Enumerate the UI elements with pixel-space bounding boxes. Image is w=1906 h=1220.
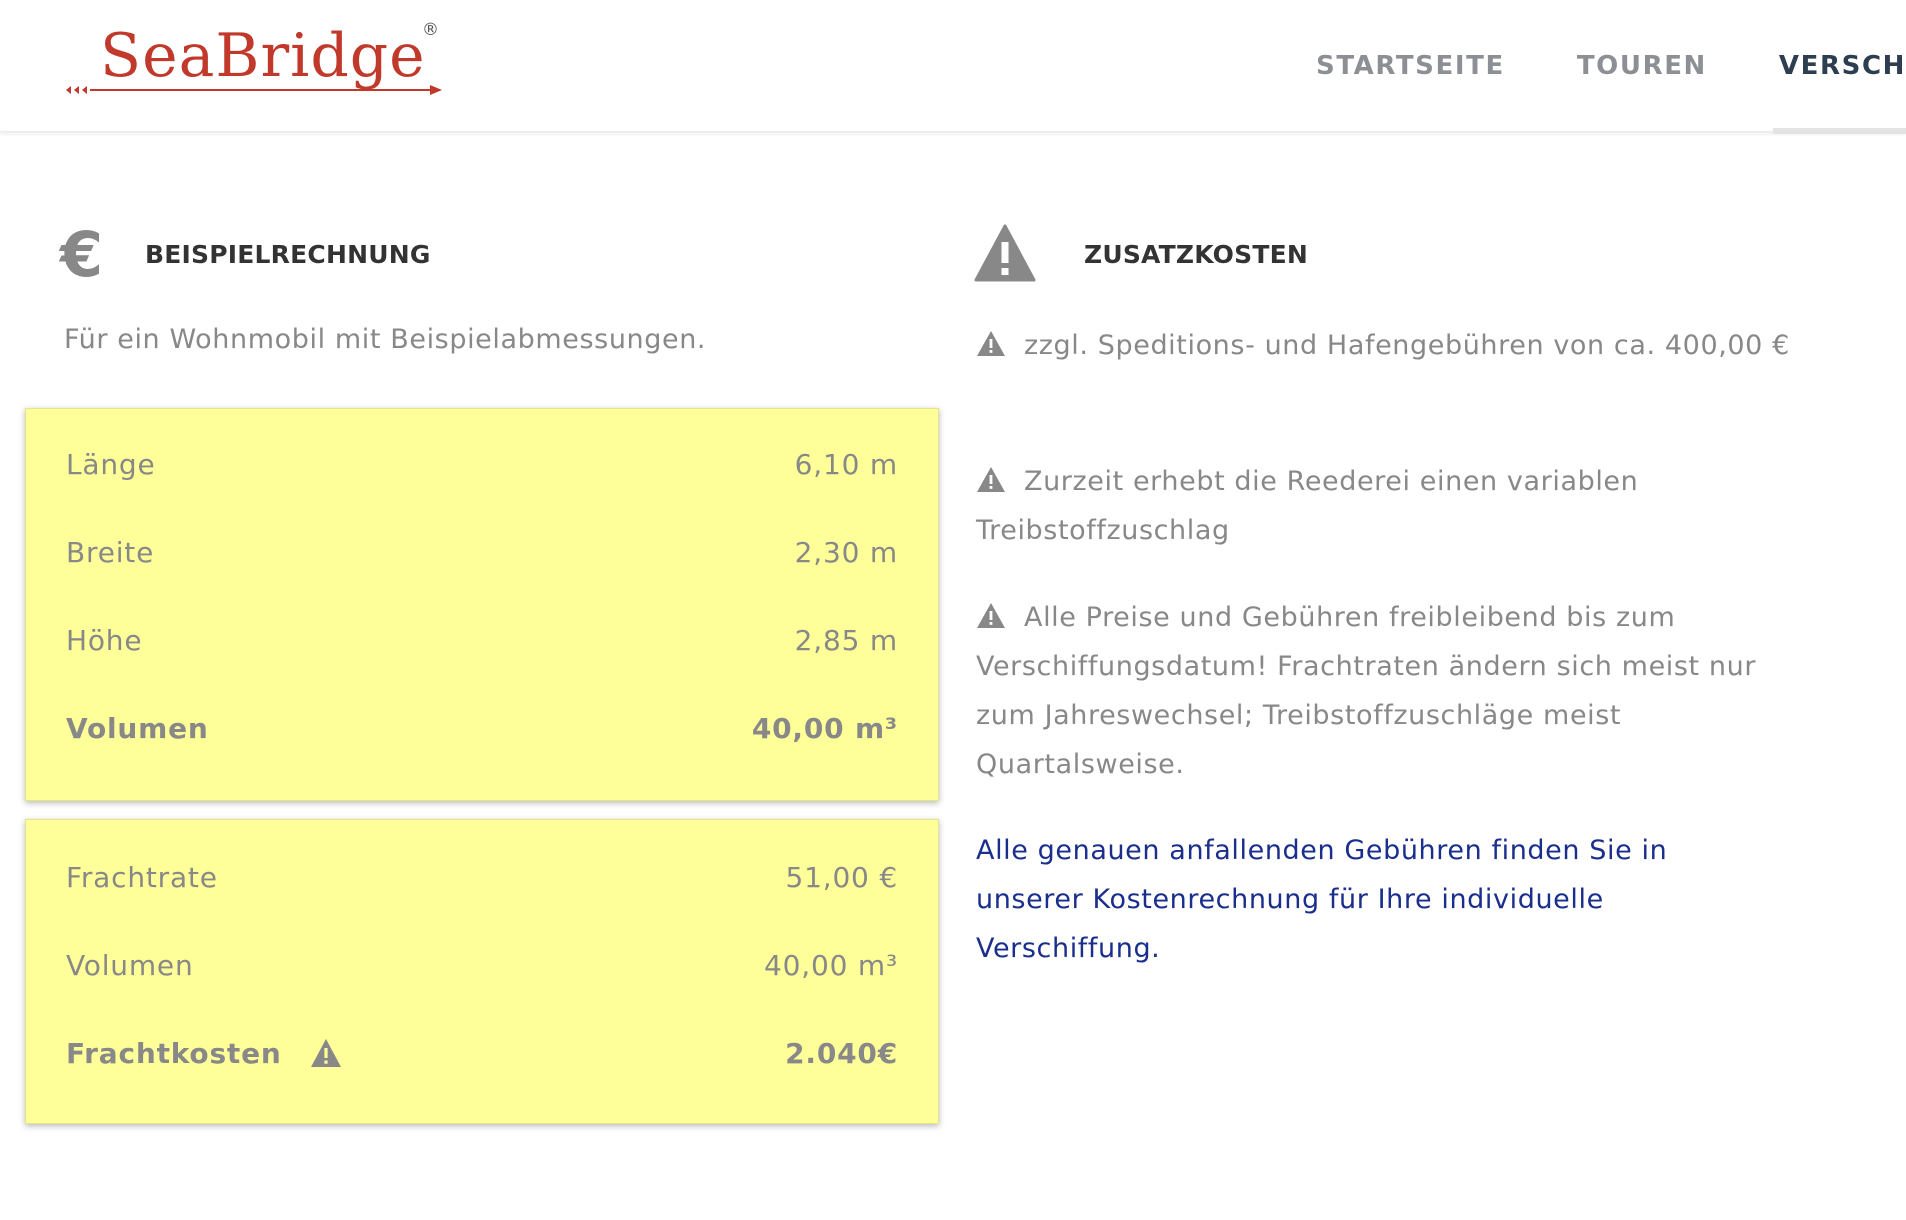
warning-icon xyxy=(977,467,1005,492)
table-row-total: Frachtkosten 2.040€ xyxy=(66,1031,898,1075)
row-label: Breite xyxy=(66,535,155,569)
row-value: 6,10 m xyxy=(794,447,898,481)
nav-verschiffung[interactable]: VERSCH xyxy=(1743,0,1906,134)
row-label: Frachtkosten xyxy=(66,1036,282,1070)
notice-item: Zurzeit erhebt die Reederei einen variab… xyxy=(976,457,1816,555)
nav-touren[interactable]: TOUREN xyxy=(1541,0,1743,132)
notice-item: zzgl. Speditions- und Hafengebühren von … xyxy=(976,321,1816,370)
nav-startseite[interactable]: STARTSEITE xyxy=(1280,0,1541,132)
row-label: Höhe xyxy=(66,623,143,657)
freight-box: Frachtrate 51,00 € Volumen 40,00 m³ Frac… xyxy=(25,819,939,1124)
warning-icon xyxy=(977,331,1005,356)
table-row: Frachtrate 51,00 € xyxy=(66,855,898,899)
logo-arrow-icon xyxy=(66,85,442,95)
row-value: 51,00 € xyxy=(785,860,898,894)
dimensions-box: Länge 6,10 m Breite 2,30 m Höhe 2,85 m V… xyxy=(25,408,939,801)
section-title-zusatzkosten: ZUSATZKOSTEN xyxy=(1084,240,1308,269)
notice-text: Alle Preise und Gebühren freibleibend bi… xyxy=(976,602,1757,780)
row-label: Volumen xyxy=(66,711,209,745)
row-value: 40,00 m³ xyxy=(751,711,898,745)
row-value: 2.040€ xyxy=(785,1036,898,1070)
row-label: Frachtrate xyxy=(66,860,218,894)
warning-icon xyxy=(977,603,1005,628)
section-title-beispielrechnung: BEISPIELRECHNUNG xyxy=(145,240,431,269)
table-row: Höhe 2,85 m xyxy=(66,618,898,662)
table-row-total: Volumen 40,00 m³ xyxy=(66,706,898,750)
row-value: 2,85 m xyxy=(794,623,898,657)
row-value: 2,30 m xyxy=(794,535,898,569)
seabridge-logo[interactable]: SeaBridge ® xyxy=(64,18,454,100)
intro-text: Für ein Wohnmobil mit Beispielabmessunge… xyxy=(64,324,707,355)
registered-mark: ® xyxy=(422,20,439,40)
main-nav: STARTSEITE TOUREN VERSCH xyxy=(1280,0,1906,134)
row-value: 40,00 m³ xyxy=(764,948,898,982)
row-label: Länge xyxy=(66,447,156,481)
table-row: Breite 2,30 m xyxy=(66,530,898,574)
warning-icon[interactable] xyxy=(310,1038,342,1068)
notice-item: Alle Preise und Gebühren freibleibend bi… xyxy=(976,593,1816,789)
kostenrechnung-link[interactable]: Alle genauen anfallenden Gebühren finden… xyxy=(976,826,1776,973)
row-label-group: Frachtkosten xyxy=(66,1037,342,1070)
notice-text: zzgl. Speditions- und Hafengebühren von … xyxy=(1024,330,1790,361)
table-row: Volumen 40,00 m³ xyxy=(66,943,898,987)
row-label: Volumen xyxy=(66,948,194,982)
notice-text: Zurzeit erhebt die Reederei einen variab… xyxy=(976,466,1639,546)
site-header: SeaBridge ® STARTSEITE TOUREN VERSCH xyxy=(0,0,1906,134)
logo-wordmark: SeaBridge xyxy=(100,21,426,91)
euro-icon: € xyxy=(60,218,104,291)
table-row: Länge 6,10 m xyxy=(66,442,898,486)
warning-icon xyxy=(974,224,1036,282)
